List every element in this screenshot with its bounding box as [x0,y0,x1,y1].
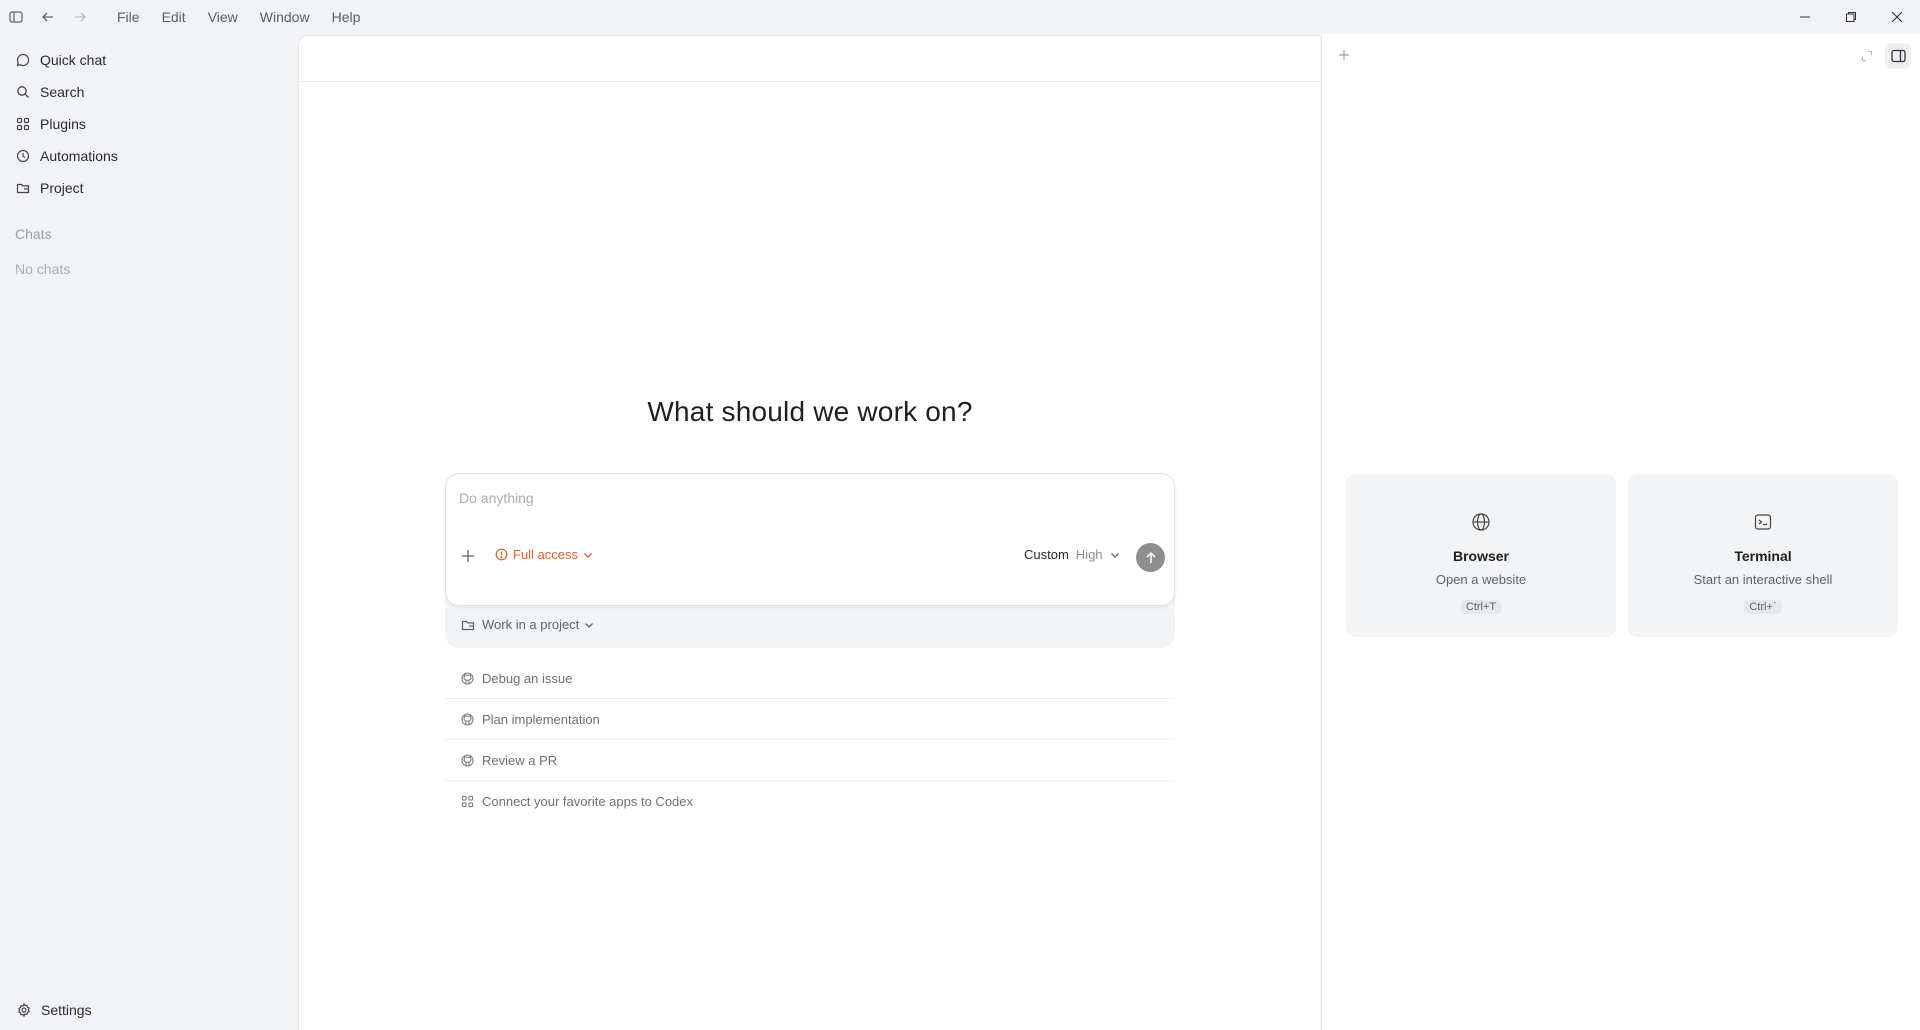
sidebar-item-label: Project [40,180,84,196]
menu-window[interactable]: Window [249,0,321,34]
sidebar-item-label: Plugins [40,116,86,132]
folder-icon [16,181,30,195]
chevron-down-icon [583,619,595,631]
keyboard-shortcut: Ctrl+T [1460,600,1502,614]
access-level-dropdown[interactable]: Full access [495,547,594,562]
suggestion-review-pr[interactable]: Review a PR [445,740,1175,781]
suggestion-label: Review a PR [482,752,558,768]
github-icon [461,712,474,726]
work-in-project-dropdown[interactable]: Work in a project [461,617,595,632]
github-icon [461,753,474,767]
page-title: What should we work on? [647,396,973,427]
forward-arrow-icon[interactable] [64,0,96,34]
main-header [299,36,1320,82]
sidebar-toggle-icon[interactable] [0,0,32,34]
chevron-down-icon [582,549,594,561]
main-panel: What should we work on? Full access Cust… [298,35,1320,1030]
terminal-icon [1753,512,1773,532]
chat-bubble-icon [16,53,30,67]
panel-toggle-icon[interactable] [1885,43,1911,69]
window-controls [1782,0,1920,34]
card-title: Browser [1452,548,1510,564]
sidebar-item-label: Quick chat [40,52,107,68]
chevron-down-icon [1109,549,1121,561]
sidebar-item-label: Automations [40,148,118,164]
model-selector[interactable]: Custom High [1024,547,1121,562]
card-title: Terminal [1734,548,1792,564]
new-tab-icon[interactable] [1336,47,1352,63]
suggestion-label: Connect your favorite apps to Codex [482,794,694,809]
expand-icon[interactable] [1861,50,1873,62]
globe-icon [1471,512,1491,532]
grid-icon [461,795,474,808]
browser-card[interactable]: Browser Open a website Ctrl+T [1346,474,1616,637]
sidebar-item-search[interactable]: Search [0,76,298,108]
send-button[interactable] [1136,543,1165,572]
model-level: High [1075,547,1103,562]
keyboard-shortcut: Ctrl+` [1744,600,1782,614]
suggestion-debug-issue[interactable]: Debug an issue [445,658,1175,699]
close-icon[interactable] [1874,0,1920,34]
composer: Full access Custom High [445,473,1175,606]
search-icon [16,85,30,99]
title-bar: File Edit View Window Help [0,0,1920,34]
sidebar-item-quick-chat[interactable]: Quick chat [0,44,298,76]
right-panel: Browser Open a website Ctrl+T Terminal S… [1321,34,1920,1030]
add-attachment-icon[interactable] [459,547,477,565]
access-level-label: Full access [513,547,579,562]
restore-icon[interactable] [1828,0,1874,34]
gear-icon [17,1003,31,1017]
menu-view[interactable]: View [197,0,249,34]
grid-icon [16,117,30,131]
prompt-input[interactable] [459,490,1159,506]
suggestion-label: Plan implementation [482,711,600,727]
card-subtitle: Open a website [1435,572,1527,587]
menu-help[interactable]: Help [321,0,372,34]
settings-label: Settings [41,1002,92,1018]
github-icon [461,671,474,685]
sidebar-item-project[interactable]: Project [0,172,298,204]
menu-bar: File Edit View Window Help [106,0,371,34]
suggestion-plan-implementation[interactable]: Plan implementation [445,699,1175,740]
terminal-card[interactable]: Terminal Start an interactive shell Ctrl… [1628,474,1898,637]
minimize-icon[interactable] [1782,0,1828,34]
suggestion-label: Debug an issue [482,670,573,686]
sidebar-item-label: Search [40,84,85,100]
model-name: Custom [1024,547,1069,562]
composer-container: Full access Custom High [445,473,1175,648]
folder-icon [461,618,475,632]
no-chats-text: No chats [15,261,71,277]
arrow-up-icon [1144,551,1158,565]
back-arrow-icon[interactable] [32,0,64,34]
project-label: Work in a project [482,617,580,632]
sidebar-item-plugins[interactable]: Plugins [0,108,298,140]
clock-icon [16,149,30,163]
menu-file[interactable]: File [106,0,151,34]
card-subtitle: Start an interactive shell [1693,572,1833,587]
sidebar: Quick chat Search Plugins Automations Pr… [0,34,298,1030]
sidebar-item-automations[interactable]: Automations [0,140,298,172]
suggestion-connect-apps[interactable]: Connect your favorite apps to Codex [445,781,1175,822]
suggestion-list: Debug an issue Plan implementation Revie… [445,658,1175,822]
menu-edit[interactable]: Edit [151,0,197,34]
settings-button[interactable]: Settings [0,990,298,1030]
shield-alert-icon [495,548,508,561]
chats-section-title: Chats [15,226,52,242]
